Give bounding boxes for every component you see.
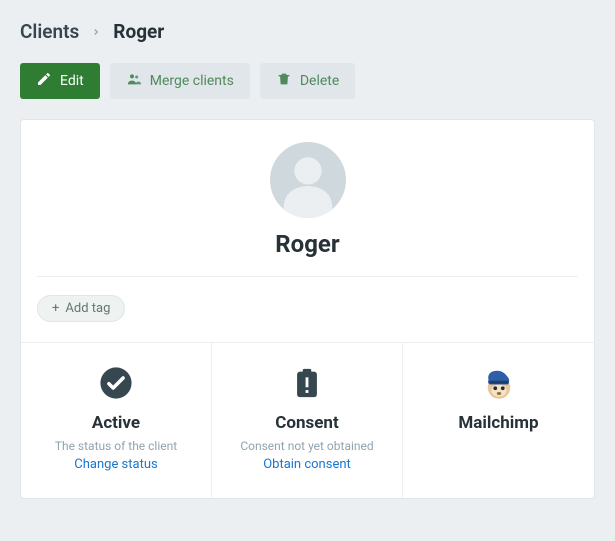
delete-button[interactable]: Delete <box>260 63 355 99</box>
mailchimp-icon <box>413 363 584 403</box>
add-tag-button[interactable]: + Add tag <box>37 295 125 322</box>
breadcrumb-current: Roger <box>113 20 164 43</box>
breadcrumb-root[interactable]: Clients <box>20 20 79 43</box>
status-consent-title: Consent <box>222 413 392 433</box>
clipboard-alert-icon <box>222 363 392 403</box>
status-consent-subtitle: Consent not yet obtained <box>222 439 392 453</box>
delete-button-label: Delete <box>300 73 339 89</box>
status-mailchimp: Mailchimp <box>403 343 594 498</box>
add-tag-label: Add tag <box>65 301 110 316</box>
client-card: Roger + Add tag Active The status of the… <box>20 119 595 499</box>
status-consent: Consent Consent not yet obtained Obtain … <box>212 343 403 498</box>
obtain-consent-link[interactable]: Obtain consent <box>222 457 392 472</box>
chevron-right-icon <box>91 22 101 41</box>
status-grid: Active The status of the client Change s… <box>21 342 594 498</box>
merge-icon <box>126 71 142 91</box>
tag-row: + Add tag <box>21 277 594 342</box>
change-status-link[interactable]: Change status <box>31 457 201 472</box>
status-active-subtitle: The status of the client <box>31 439 201 453</box>
pencil-icon <box>36 71 52 91</box>
edit-button[interactable]: Edit <box>20 63 100 99</box>
client-name: Roger <box>21 230 594 258</box>
action-bar: Edit Merge clients Delete <box>20 63 595 99</box>
merge-clients-button-label: Merge clients <box>150 73 234 89</box>
breadcrumb: Clients Roger <box>20 20 595 43</box>
avatar <box>270 142 346 218</box>
checkmark-circle-icon <box>31 363 201 403</box>
plus-icon: + <box>52 301 59 316</box>
trash-icon <box>276 71 292 91</box>
edit-button-label: Edit <box>60 73 84 89</box>
merge-clients-button[interactable]: Merge clients <box>110 63 250 99</box>
status-active: Active The status of the client Change s… <box>21 343 212 498</box>
status-mailchimp-title: Mailchimp <box>413 413 584 433</box>
status-active-title: Active <box>31 413 201 433</box>
